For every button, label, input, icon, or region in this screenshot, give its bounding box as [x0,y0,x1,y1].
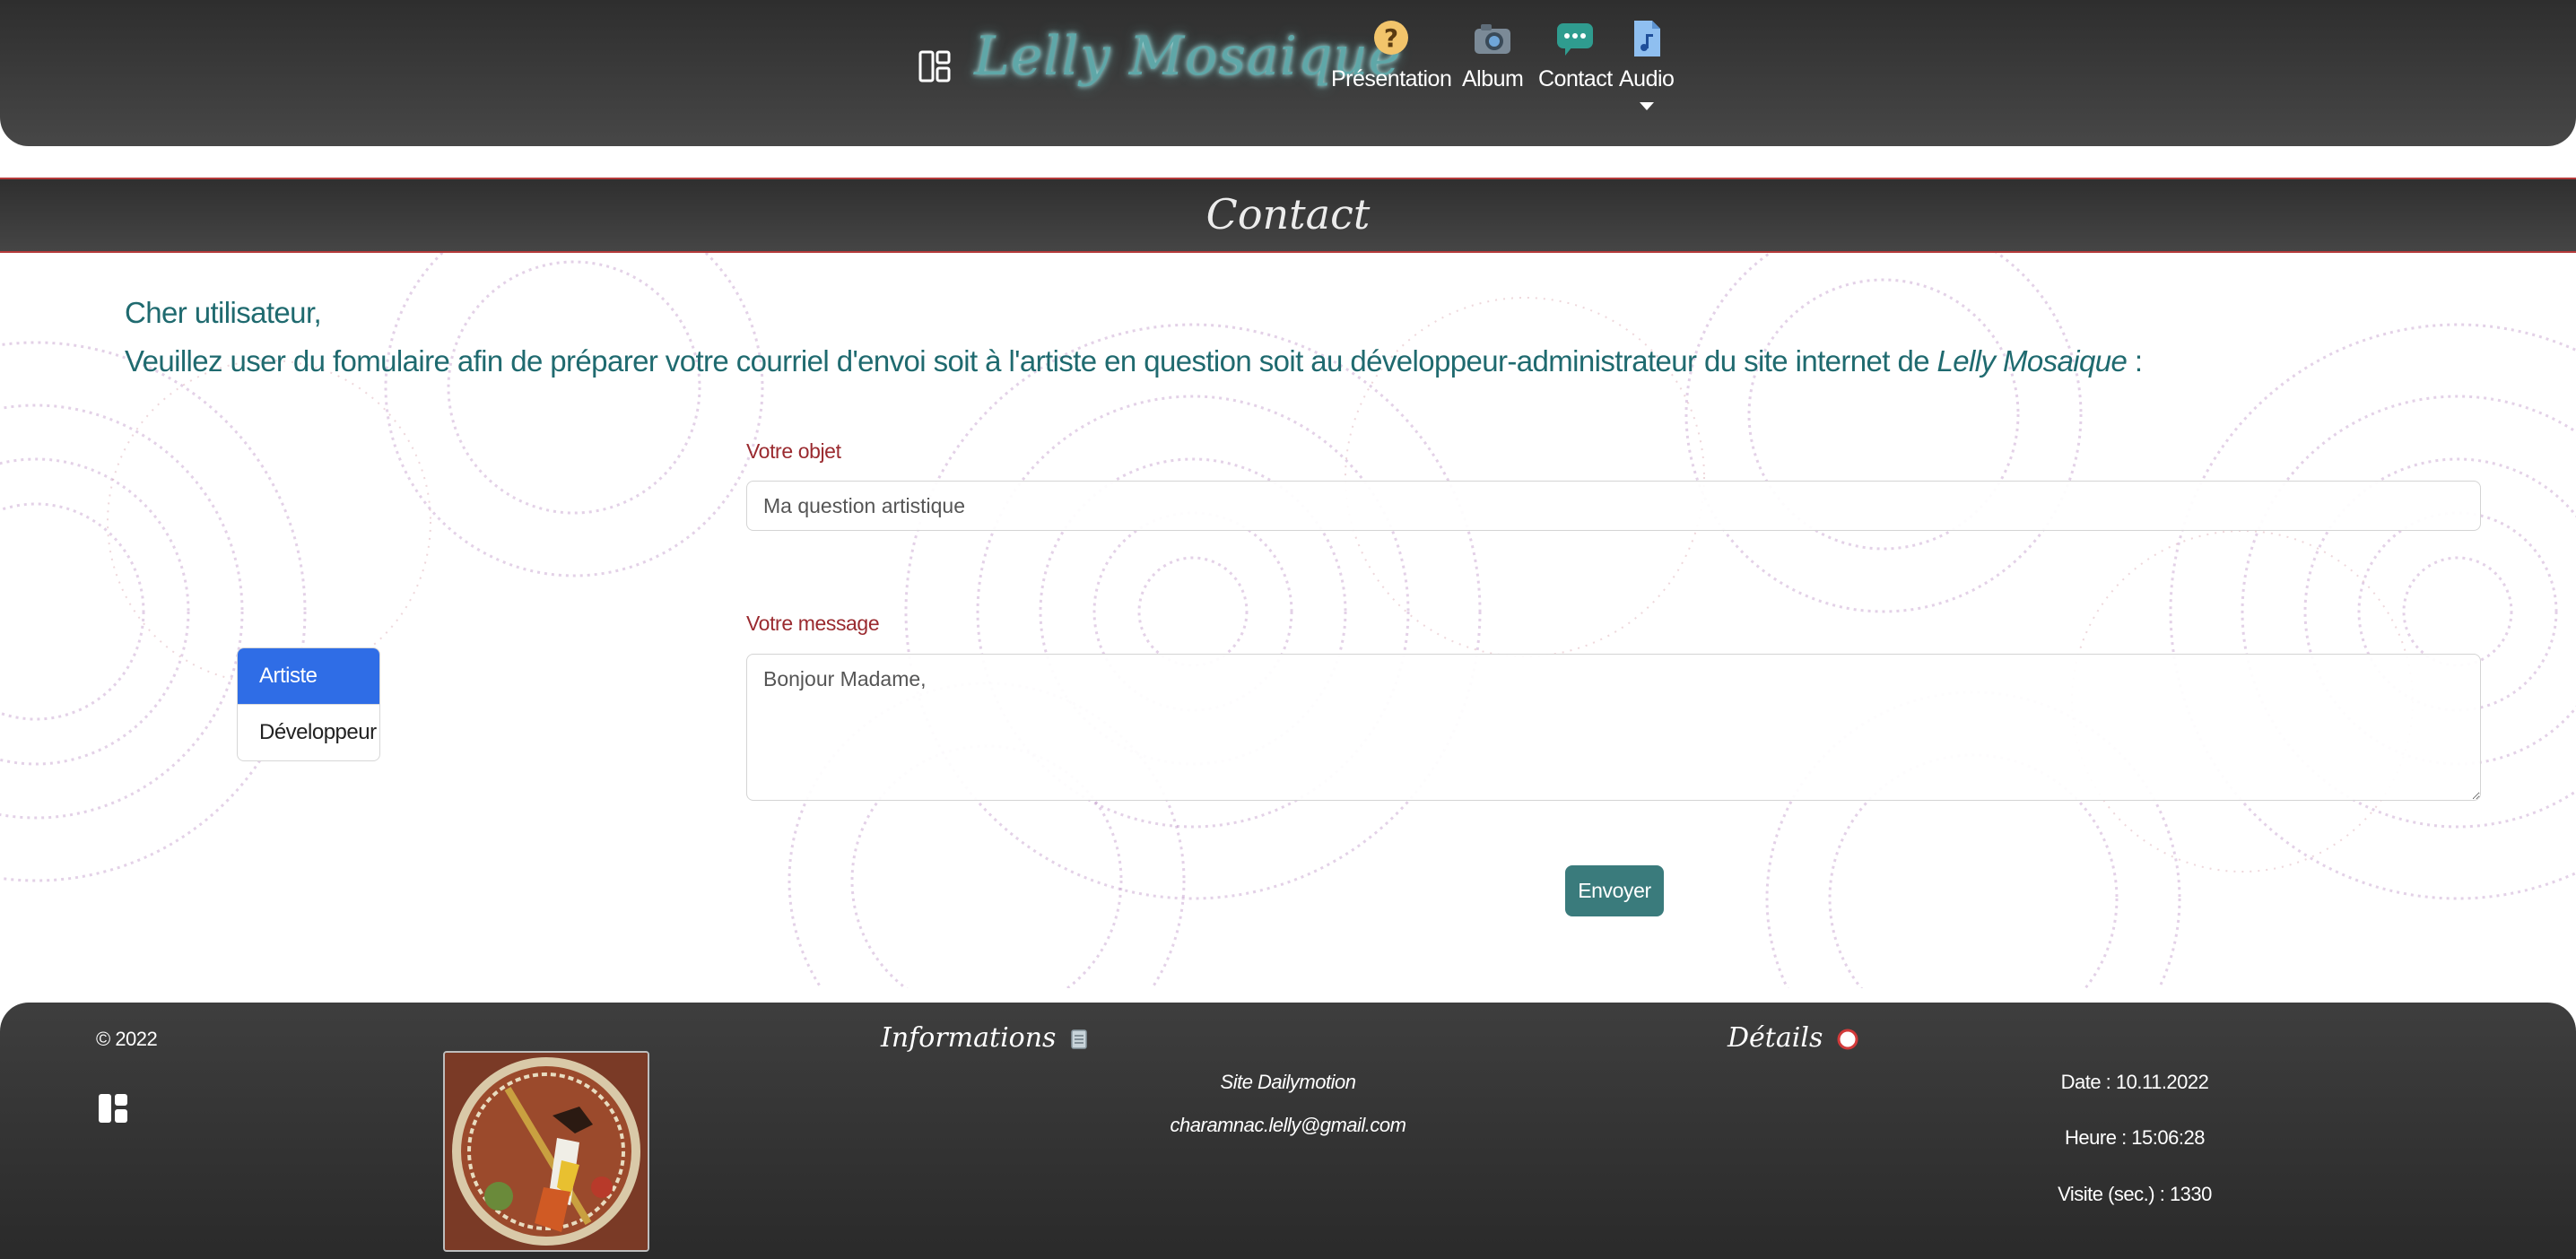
nav-contact-label: Contact [1538,66,1613,91]
recipient-developpeur[interactable]: Développeur [238,704,379,760]
email-link[interactable]: charamnac.lelly@gmail.com [1109,1114,1467,1137]
instruction-site-name: Lelly Mosaique [1936,344,2128,378]
instruction-end: : [2127,344,2143,378]
message-textarea[interactable]: Bonjour Madame, [746,654,2481,801]
camera-icon [1475,24,1511,54]
record-circle-icon [1837,1029,1858,1050]
notepad-icon [1071,1029,1088,1049]
nav-audio[interactable]: Audio [1619,18,1675,110]
date-readout: Date : 10.11.2022 [2060,1071,2209,1093]
nav-presentation[interactable]: ? Présentation [1331,18,1452,92]
mosaic-thumbnail [443,1051,649,1252]
svg-text:?: ? [1384,23,1398,53]
site-header: Lelly Mosaique ? Présentation Album Cont… [0,0,2576,146]
details-title: Détails [1727,1022,1858,1054]
instruction: Veuillez user du fomulaire afin de prépa… [125,337,2143,386]
site-footer: © 2022 Informations Site Dailymotion cha… [0,1003,2576,1259]
visit-readout: Visite (sec.) : 1330 [2058,1183,2212,1205]
subject-label: Votre objet [746,439,841,463]
dailymotion-link[interactable]: Site Dailymotion [1109,1071,1467,1094]
chat-bubble-icon [1557,23,1594,56]
nav-contact[interactable]: Contact [1538,18,1613,92]
layout-toggle-icon[interactable] [918,50,951,82]
greeting: Cher utilisateur, [125,296,322,329]
music-file-icon [1633,21,1660,56]
copyright: © 2022 [96,1028,158,1050]
nav-album-label: Album [1462,66,1524,91]
layout-icon[interactable] [97,1092,129,1124]
nav-album[interactable]: Album [1462,18,1524,92]
informations-title: Informations [881,1022,1088,1054]
informations-title-text: Informations [881,1022,1057,1054]
mosaic-image [445,1053,648,1250]
nav-presentation-label: Présentation [1331,66,1452,91]
time-readout: Heure : 15:06:28 [2065,1126,2205,1149]
dropdown-caret-icon[interactable] [1639,102,1654,110]
instruction-text: Veuillez user du fomulaire afin de prépa… [125,344,1937,378]
send-button[interactable]: Envoyer [1565,865,1664,916]
message-label: Votre message [746,612,880,635]
subject-input[interactable] [746,481,2481,531]
nav-audio-label: Audio [1619,66,1675,91]
recipient-artiste[interactable]: Artiste [238,648,379,704]
page-banner: Contact [0,178,2576,253]
intro-text: Cher utilisateur, Veuillez user du fomul… [125,289,2143,386]
recipient-list: Artiste Développeur [237,647,380,761]
page-title: Contact [1205,190,1371,239]
details-title-text: Détails [1727,1022,1823,1054]
question-face-icon: ? [1374,21,1409,55]
